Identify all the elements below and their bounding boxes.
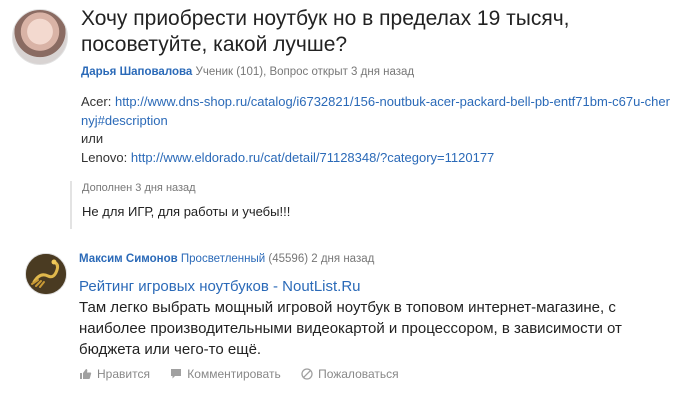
thumbs-up-icon — [80, 369, 92, 379]
addition-meta: Дополнен 3 дня назад — [82, 182, 196, 194]
answer-author-link[interactable]: Максим Симонов — [79, 253, 178, 265]
report-label: Пожаловаться — [318, 367, 399, 381]
answer-author-avatar[interactable] — [25, 253, 67, 295]
acer-label: Acer: — [81, 94, 115, 109]
like-button[interactable]: Нравится — [79, 367, 150, 381]
question-body: Acer: http://www.dns-shop.ru/catalog/i67… — [81, 93, 676, 167]
lenovo-label: Lenovo: — [81, 149, 131, 165]
answer-text: Там легко выбрать мощный игровой ноутбук… — [79, 299, 622, 358]
scorpion-icon — [26, 254, 66, 294]
report-button[interactable]: Пожаловаться — [301, 367, 399, 381]
answer-meta: Максим Симонов Просветленный (45596) 2 д… — [79, 253, 374, 265]
answer-rank-link[interactable]: Просветленный — [181, 253, 265, 265]
answer-rank-meta: (45596) 2 дня назад — [265, 253, 375, 265]
answer-source-link[interactable]: Рейтинг игровых ноутбуков - NoutList.Ru — [79, 278, 361, 295]
comment-button[interactable]: Комментировать — [170, 367, 281, 381]
report-icon — [301, 368, 313, 380]
like-label: Нравится — [97, 367, 150, 381]
lenovo-link[interactable]: http://www.eldorado.ru/cat/detail/711283… — [131, 150, 494, 165]
acer-link[interactable]: http://www.dns-shop.ru/catalog/i6732821/… — [81, 94, 670, 128]
question-title: Хочу приобрести ноутбук но в пределах 19… — [81, 7, 570, 56]
answer-actions: Нравится Комментировать Пожаловаться — [79, 367, 416, 383]
addition-text: Не для ИГР, для работы и учебы!!! — [82, 204, 291, 219]
question-author-link[interactable]: Дарья Шаповалова — [81, 66, 192, 78]
question-meta: Дарья Шаповалова Ученик (101), Вопрос от… — [81, 66, 414, 78]
question-author-meta: Ученик (101), Вопрос открыт 3 дня назад — [195, 66, 415, 78]
comment-icon — [171, 369, 182, 379]
or-text: или — [81, 131, 104, 146]
question-addition: Дополнен 3 дня назад Не для ИГР, для раб… — [70, 181, 290, 229]
comment-label: Комментировать — [187, 367, 281, 381]
question-author-avatar[interactable] — [12, 9, 68, 65]
